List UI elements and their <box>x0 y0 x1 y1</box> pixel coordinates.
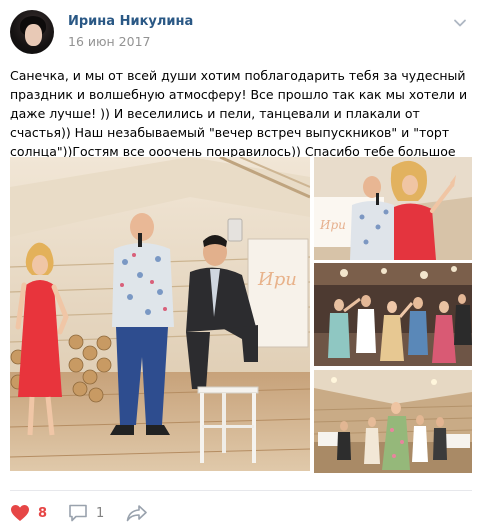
share-button[interactable] <box>126 503 148 523</box>
photo-dance-floor[interactable] <box>314 263 472 366</box>
post-date[interactable]: 16 июн 2017 <box>68 34 150 49</box>
avatar-face <box>25 24 42 46</box>
chevron-down-icon[interactable] <box>451 14 469 32</box>
comment-count: 1 <box>96 505 105 521</box>
footer-divider <box>10 490 472 491</box>
share-icon <box>126 505 147 522</box>
photo-singer-duo[interactable]: Ири <box>314 157 472 260</box>
comment-icon <box>69 504 87 522</box>
like-button[interactable]: 8 <box>10 503 47 523</box>
photo-hall-dancing[interactable] <box>314 370 472 473</box>
heart-icon <box>11 505 29 521</box>
avatar[interactable] <box>10 10 54 54</box>
svg-text:Ири: Ири <box>319 218 346 232</box>
author-name[interactable]: Ирина Никулина <box>68 14 193 29</box>
comment-button[interactable]: 1 <box>68 503 104 523</box>
svg-text:Ири: Ири <box>257 269 297 290</box>
photo-stage-performance[interactable]: Ири <box>10 157 310 471</box>
like-count: 8 <box>38 505 48 521</box>
wall-post: Ирина Никулина 16 июн 2017 Санечка, и мы… <box>0 0 481 528</box>
